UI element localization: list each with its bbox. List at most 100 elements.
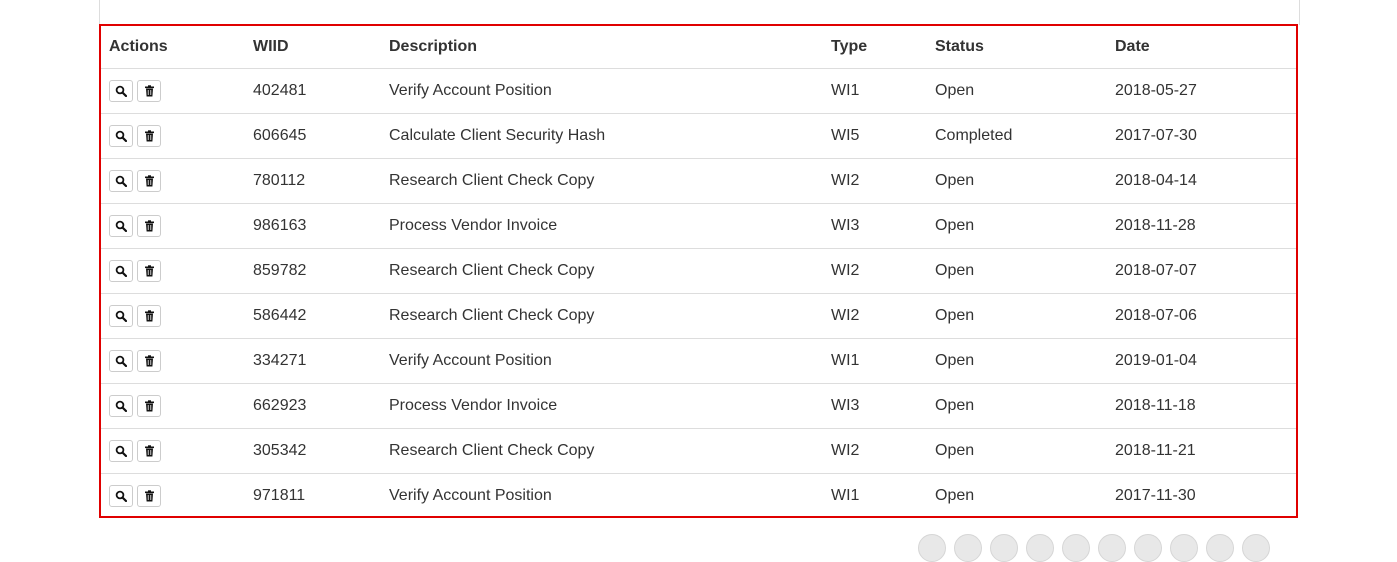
trash-icon	[144, 490, 155, 502]
view-button[interactable]	[109, 305, 133, 327]
row-actions-cell	[101, 383, 245, 429]
view-button[interactable]	[109, 485, 133, 507]
page-button[interactable]	[1098, 534, 1126, 562]
description-cell: Process Vendor Invoice	[381, 203, 823, 249]
date-cell: 2018-07-06	[1107, 293, 1296, 339]
wiid-cell: 986163	[245, 203, 381, 249]
view-button[interactable]	[109, 215, 133, 237]
view-button[interactable]	[109, 260, 133, 282]
column-header-type[interactable]: Type	[823, 26, 927, 69]
delete-button[interactable]	[137, 125, 161, 147]
delete-button[interactable]	[137, 170, 161, 192]
row-actions-cell	[101, 113, 245, 159]
pagination	[918, 534, 1270, 562]
table-row: 334271 Verify Account Position WI1 Open 2019…	[101, 338, 1296, 384]
description-cell: Research Client Check Copy	[381, 293, 823, 339]
trash-icon	[144, 310, 155, 322]
trash-icon	[144, 175, 155, 187]
page-button[interactable]	[990, 534, 1018, 562]
status-cell: Open	[927, 203, 1107, 249]
search-icon	[115, 265, 127, 277]
page-button[interactable]	[1206, 534, 1234, 562]
table-row: 859782 Research Client Check Copy WI2 Open 2…	[101, 248, 1296, 294]
type-cell: WI1	[823, 338, 927, 384]
delete-button[interactable]	[137, 215, 161, 237]
table-row: 586442 Research Client Check Copy WI2 Open 2…	[101, 293, 1296, 339]
status-cell: Open	[927, 248, 1107, 294]
wiid-cell: 780112	[245, 158, 381, 204]
table-row: 662923 Process Vendor Invoice WI3 Open 2018-…	[101, 383, 1296, 429]
view-button[interactable]	[109, 440, 133, 462]
delete-button[interactable]	[137, 485, 161, 507]
view-button[interactable]	[109, 170, 133, 192]
table-header-row: Actions WIID Description Type Status Dat…	[101, 26, 1296, 69]
description-cell: Verify Account Position	[389, 487, 552, 504]
work-items-table-frame: Actions WIID Description Type Status Dat…	[99, 24, 1298, 518]
delete-button[interactable]	[137, 350, 161, 372]
wiid-cell: 606645	[245, 113, 381, 159]
table-row: 780112 Research Client Check Copy WI2 Open 2…	[101, 158, 1296, 204]
wiid-cell: 586442	[245, 293, 381, 339]
column-header-status[interactable]: Status	[927, 26, 1107, 69]
page-button[interactable]	[954, 534, 982, 562]
row-actions-cell	[101, 68, 245, 114]
trash-icon	[144, 445, 155, 457]
search-icon	[115, 355, 127, 367]
view-button[interactable]	[109, 395, 133, 417]
delete-button[interactable]	[137, 260, 161, 282]
description-cell: Verify Account Position	[381, 338, 823, 384]
row-actions-cell	[101, 338, 245, 384]
page-button[interactable]	[918, 534, 946, 562]
view-button[interactable]	[109, 350, 133, 372]
description-cell: Research Client Check Copy	[381, 428, 823, 474]
date-cell: 2017-11-30	[1115, 487, 1196, 504]
content-panel	[99, 0, 1300, 25]
type-cell: WI1	[831, 487, 860, 504]
type-cell: WI2	[823, 248, 927, 294]
table-body: 402481 Verify Account Position WI1 Open 2018…	[101, 68, 1296, 519]
type-cell: WI1	[823, 68, 927, 114]
column-header-description[interactable]: Description	[381, 26, 823, 69]
row-actions-cell	[101, 428, 245, 474]
table-row: 305342 Research Client Check Copy WI2 Open 2…	[101, 428, 1296, 474]
page-button[interactable]	[1242, 534, 1270, 562]
row-actions-cell	[101, 158, 245, 204]
delete-button[interactable]	[137, 305, 161, 327]
column-header-wiid[interactable]: WIID	[245, 26, 381, 69]
wiid-cell: 305342	[245, 428, 381, 474]
delete-button[interactable]	[137, 80, 161, 102]
search-icon	[115, 445, 127, 457]
page-button[interactable]	[1170, 534, 1198, 562]
page-button[interactable]	[1026, 534, 1054, 562]
view-button[interactable]	[109, 80, 133, 102]
wiid-cell: 402481	[245, 68, 381, 114]
status-cell: Open	[927, 338, 1107, 384]
row-actions-cell	[101, 203, 245, 249]
search-icon	[115, 175, 127, 187]
status-cell: Open	[927, 68, 1107, 114]
search-icon	[115, 400, 127, 412]
date-cell: 2018-11-28	[1107, 203, 1296, 249]
column-header-date[interactable]: Date	[1107, 26, 1296, 69]
trash-icon	[144, 400, 155, 412]
status-cell: Open	[927, 428, 1107, 474]
description-cell: Research Client Check Copy	[381, 158, 823, 204]
description-cell: Process Vendor Invoice	[381, 383, 823, 429]
delete-button[interactable]	[137, 395, 161, 417]
trash-icon	[144, 355, 155, 367]
trash-icon	[144, 220, 155, 232]
date-cell: 2019-01-04	[1107, 338, 1296, 384]
description-cell: Research Client Check Copy	[381, 248, 823, 294]
page-button[interactable]	[1062, 534, 1090, 562]
date-cell: 2018-04-14	[1107, 158, 1296, 204]
table-row: 402481 Verify Account Position WI1 Open 2018…	[101, 68, 1296, 114]
search-icon	[115, 85, 127, 97]
delete-button[interactable]	[137, 440, 161, 462]
column-header-actions: Actions	[101, 26, 245, 69]
view-button[interactable]	[109, 125, 133, 147]
status-cell: Completed	[927, 113, 1107, 159]
search-icon	[115, 220, 127, 232]
page-button[interactable]	[1134, 534, 1162, 562]
row-actions-cell	[101, 248, 245, 294]
status-cell: Open	[927, 293, 1107, 339]
